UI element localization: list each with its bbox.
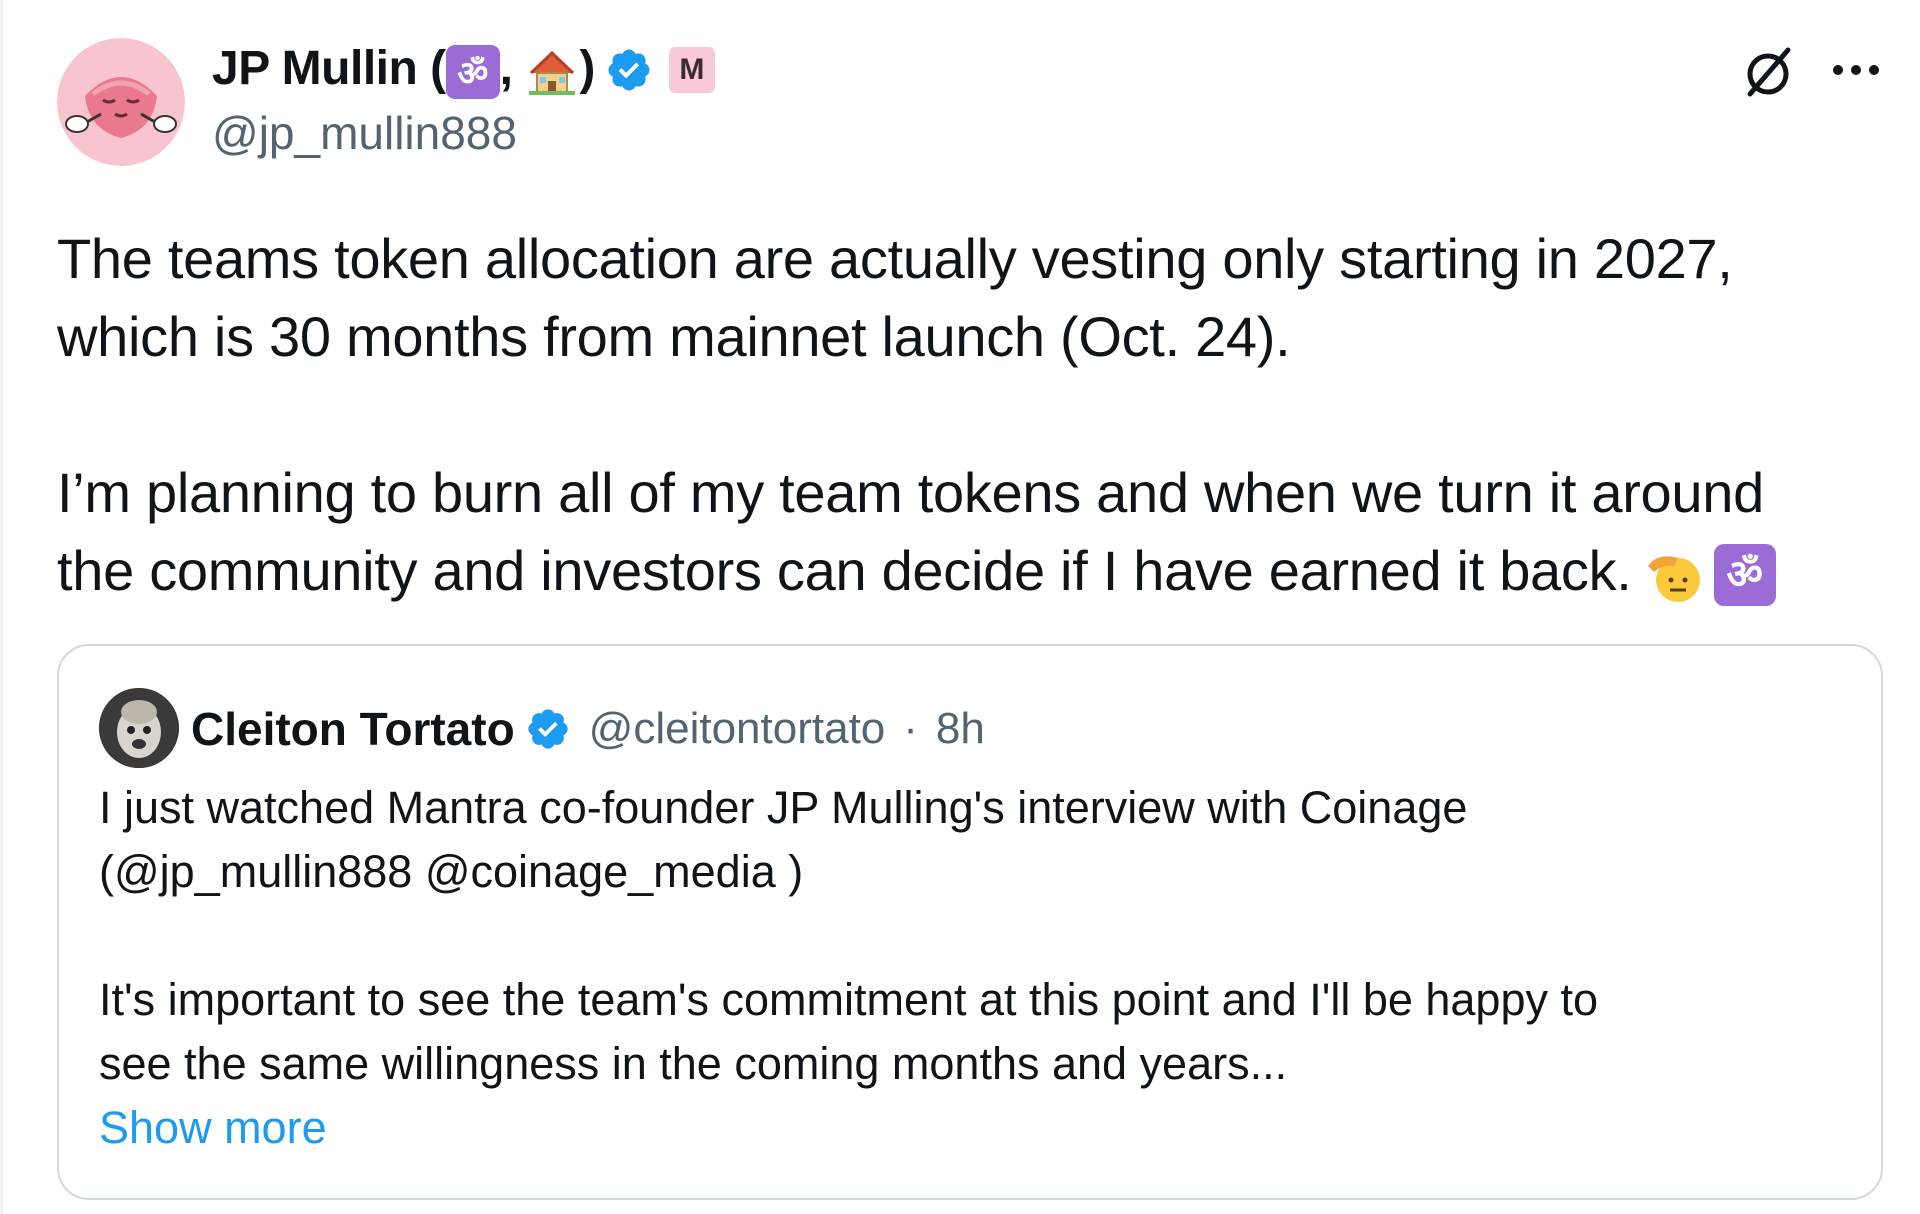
quoted-author-avatar[interactable] <box>99 688 179 768</box>
author-name-text: JP Mullin ( <box>212 42 446 96</box>
om-emoji-icon: ॐ <box>1713 544 1776 607</box>
house-emoji-icon <box>529 50 576 95</box>
tweet-line: The teams token allocation are actually … <box>57 227 1733 290</box>
saluting-face-emoji-icon <box>1647 556 1700 603</box>
quoted-line: (@jp_mullin888 @coinage_media ) <box>99 846 804 897</box>
tweet-line-with-emojis: the community and investors can decide i… <box>57 532 1897 610</box>
avatar-illustration <box>99 688 179 768</box>
verified-badge-icon <box>528 709 568 749</box>
quoted-line: see the same willingness in the coming m… <box>99 1038 1288 1089</box>
quoted-timestamp[interactable]: 8h <box>936 704 985 754</box>
tweet-line: which is 30 months from mainnet launch (… <box>57 305 1291 368</box>
om-emoji-icon: ॐ <box>445 44 500 99</box>
author-handle[interactable]: @jp_mullin888 <box>212 106 517 160</box>
affiliate-badge-icon[interactable]: M <box>668 47 715 93</box>
tweet-line: I’m planning to burn all of my team toke… <box>57 461 1764 524</box>
verified-badge-icon <box>608 49 650 91</box>
quoted-line: It's important to see the team's commitm… <box>99 974 1599 1025</box>
quoted-author-handle[interactable]: @cleitontortato <box>589 704 886 754</box>
quoted-header: Cleiton Tortato @cleitontortato · 8h <box>191 694 985 764</box>
more-options-icon[interactable] <box>1826 58 1886 82</box>
grok-icon[interactable] <box>1738 42 1798 102</box>
author-name-row[interactable]: JP Mullin (ॐ, ) M <box>212 40 715 100</box>
author-name[interactable]: JP Mullin (ॐ, ) <box>212 41 595 99</box>
meta-separator: · <box>903 704 918 753</box>
author-avatar[interactable] <box>57 38 185 166</box>
show-more-link[interactable]: Show more <box>99 1096 327 1160</box>
quoted-tweet-card[interactable]: Cleiton Tortato @cleitontortato · 8h I j… <box>57 644 1883 1200</box>
quoted-line: I just watched Mantra co-founder JP Mull… <box>99 782 1468 833</box>
tweet-text: The teams token allocation are actually … <box>57 220 1897 610</box>
avatar-illustration <box>57 38 185 166</box>
quoted-author-name[interactable]: Cleiton Tortato <box>191 702 515 756</box>
quoted-tweet-text: I just watched Mantra co-founder JP Mull… <box>99 776 1859 1160</box>
author-name-separator: , <box>499 42 513 96</box>
tweet-line-text: the community and investors can decide i… <box>57 539 1632 602</box>
author-name-suffix: ) <box>579 42 595 96</box>
timeline-divider <box>0 0 3 1214</box>
